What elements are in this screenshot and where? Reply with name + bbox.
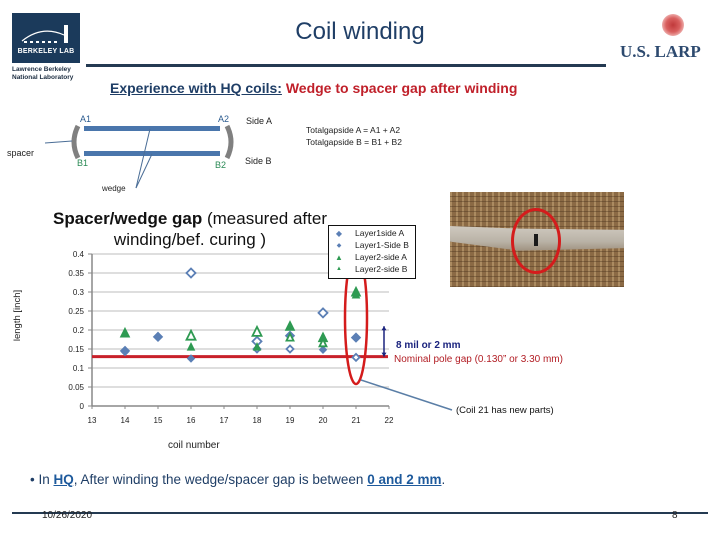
diamond-marker-icon: ◆ — [336, 242, 342, 249]
data-point — [251, 324, 263, 337]
bullet-suffix: . — [441, 472, 446, 487]
x-tick-label: 18 — [253, 416, 262, 425]
footer-divider — [12, 512, 708, 514]
bullet-range: 0 and 2 mm — [367, 472, 442, 487]
data-point — [284, 320, 296, 331]
coil21-note: (Coil 21 has new parts) — [456, 405, 554, 416]
y-tick-label: 0.35 — [68, 269, 84, 278]
bullet-middle: , After winding the wedge/spacer gap is … — [73, 472, 368, 487]
legend-item: ◆ Layer1side A — [333, 227, 404, 239]
x-tick-label: 22 — [385, 416, 394, 425]
y-tick-label: 0.4 — [73, 250, 85, 259]
summary-bullet: • In HQ, After winding the wedge/spacer … — [30, 472, 445, 487]
y-tick-label: 0.2 — [73, 326, 85, 335]
legend-label: Layer2-side B — [355, 264, 408, 274]
photo-highlight-circle — [511, 208, 561, 274]
x-tick-label: 20 — [319, 416, 328, 425]
data-point — [350, 332, 362, 343]
legend-item: ▲ Layer2-side B — [333, 263, 407, 275]
data-point — [185, 267, 197, 279]
y-tick-label: 0.05 — [68, 383, 84, 392]
footer-date: 10/26/2020 — [42, 510, 93, 521]
x-tick-label: 19 — [286, 416, 295, 425]
diamond-marker-icon: ◆ — [335, 228, 343, 238]
y-tick-label: 0.1 — [73, 364, 85, 373]
y-tick-label: 0.15 — [68, 345, 84, 354]
legend-label: Layer1-Side B — [355, 240, 409, 250]
x-axis-label: coil number — [168, 440, 220, 451]
nominal-gap-annotation: Nominal pole gap (0.130” or 3.30 mm) — [394, 354, 563, 365]
y-tick-label: 0 — [80, 402, 85, 411]
bullet-prefix: • In — [30, 472, 54, 487]
range-arrow-head — [381, 326, 387, 331]
x-tick-label: 17 — [220, 416, 229, 425]
data-point — [351, 352, 361, 363]
x-tick-label: 16 — [187, 416, 196, 425]
legend-item: ◆ Layer1-Side B — [333, 239, 409, 251]
x-tick-label: 14 — [121, 416, 130, 425]
data-point — [186, 341, 196, 351]
triangle-marker-icon: ▲ — [336, 266, 342, 272]
triangle-marker-icon: ▲ — [335, 252, 343, 262]
legend-label: Layer1side A — [355, 228, 405, 238]
x-tick-label: 15 — [154, 416, 163, 425]
data-point — [317, 307, 329, 319]
page-number: 8 — [672, 510, 678, 521]
x-tick-label: 21 — [352, 416, 361, 425]
y-axis-label: length [inch] — [12, 289, 24, 342]
y-tick-label: 0.25 — [68, 307, 84, 316]
data-point — [318, 345, 328, 354]
y-tick-label: 0.3 — [73, 288, 85, 297]
legend-label: Layer2-side A — [355, 252, 407, 262]
bullet-hq: HQ — [53, 472, 74, 487]
range-annotation: 8 mil or 2 mm — [396, 340, 461, 351]
x-tick-label: 13 — [88, 416, 97, 425]
data-point — [185, 328, 197, 341]
data-point — [285, 344, 295, 354]
chart-legend: ◆ Layer1side A ◆ Layer1-Side B ▲ Layer2-sid… — [328, 225, 416, 279]
legend-item: ▲ Layer2-side A — [333, 251, 407, 263]
